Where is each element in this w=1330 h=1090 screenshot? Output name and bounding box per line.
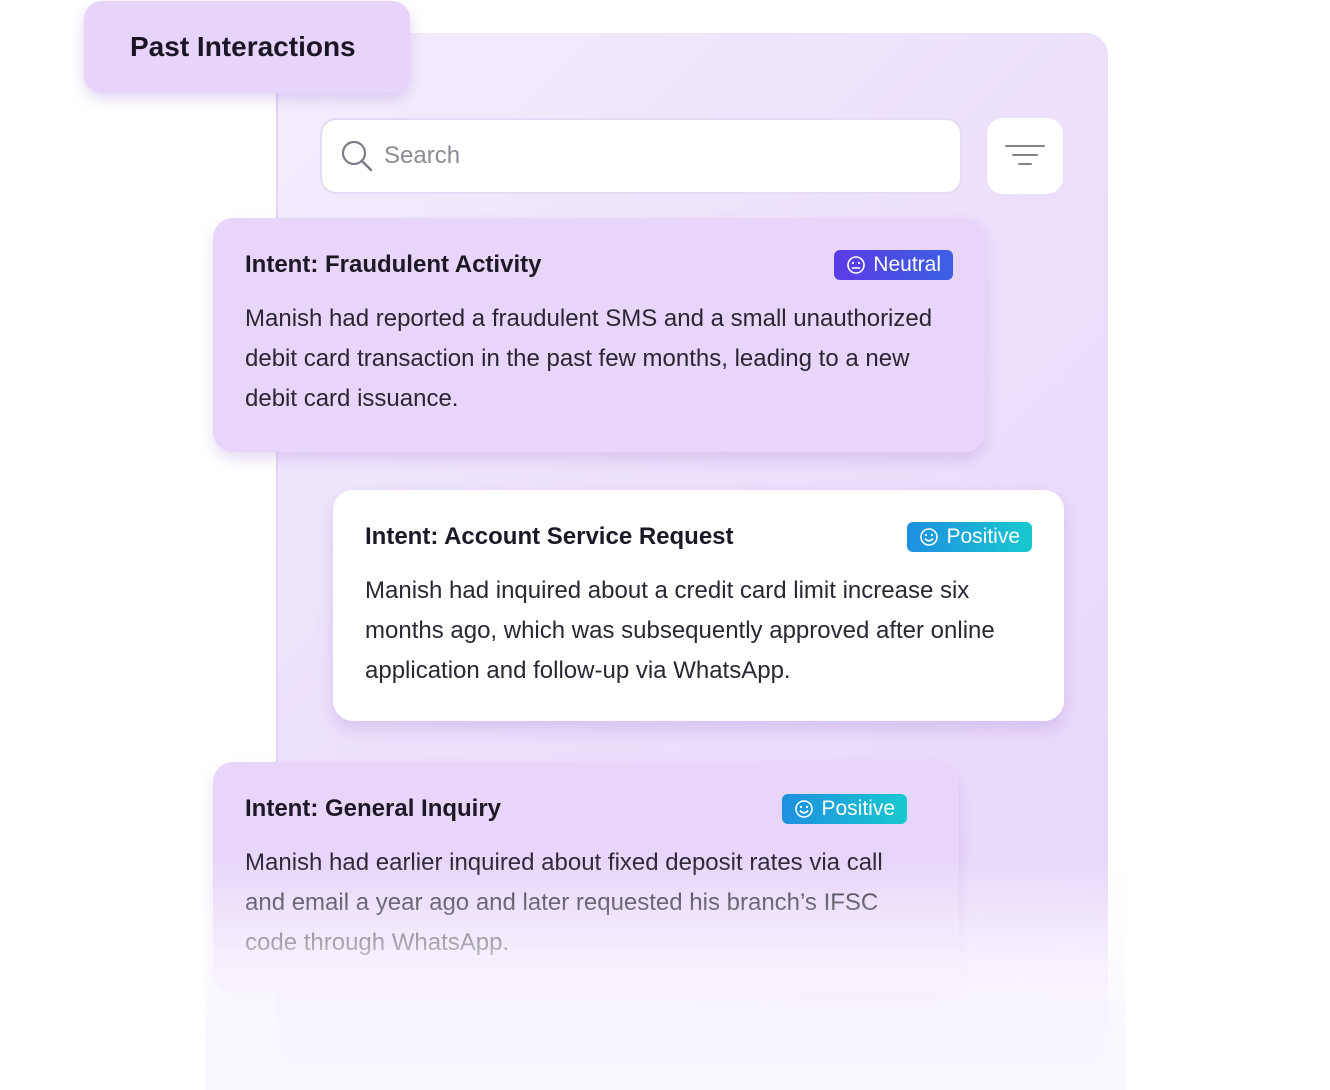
neutral-face-icon: [847, 256, 866, 274]
sentiment-label: Positive: [821, 797, 895, 820]
interaction-summary: Manish had earlier inquired about fixed …: [245, 849, 883, 956]
interaction-card[interactable]: Intent: Account Service Request Positive…: [333, 490, 1064, 721]
interaction-card[interactable]: Intent: General Inquiry Positive Manish …: [213, 762, 959, 992]
sentiment-badge: Neutral: [834, 250, 953, 280]
page-title: Past Interactions: [130, 31, 356, 62]
sentiment-badge: Positive: [907, 522, 1032, 552]
sentiment-badge: Positive: [782, 794, 907, 824]
smiley-face-icon: [920, 528, 939, 546]
intent-label: Intent: Fraudulent Activity: [245, 251, 542, 278]
sentiment-label: Neutral: [873, 253, 941, 276]
filter-icon: [1005, 145, 1045, 165]
filter-button[interactable]: [987, 118, 1063, 194]
interaction-card[interactable]: Intent: Fraudulent Activity Neutral Mani…: [213, 218, 985, 452]
panel-title-tab: Past Interactions: [84, 1, 410, 93]
intent-label: Intent: General Inquiry: [245, 795, 502, 822]
search-bar[interactable]: [320, 118, 962, 194]
smiley-face-icon: [795, 800, 814, 818]
intent-label: Intent: Account Service Request: [365, 523, 734, 550]
search-input[interactable]: [382, 141, 926, 171]
search-icon: [341, 140, 373, 172]
sentiment-label: Positive: [946, 525, 1020, 548]
interaction-summary: Manish had inquired about a credit card …: [365, 577, 995, 684]
interaction-summary: Manish had reported a fraudulent SMS and…: [245, 305, 933, 412]
